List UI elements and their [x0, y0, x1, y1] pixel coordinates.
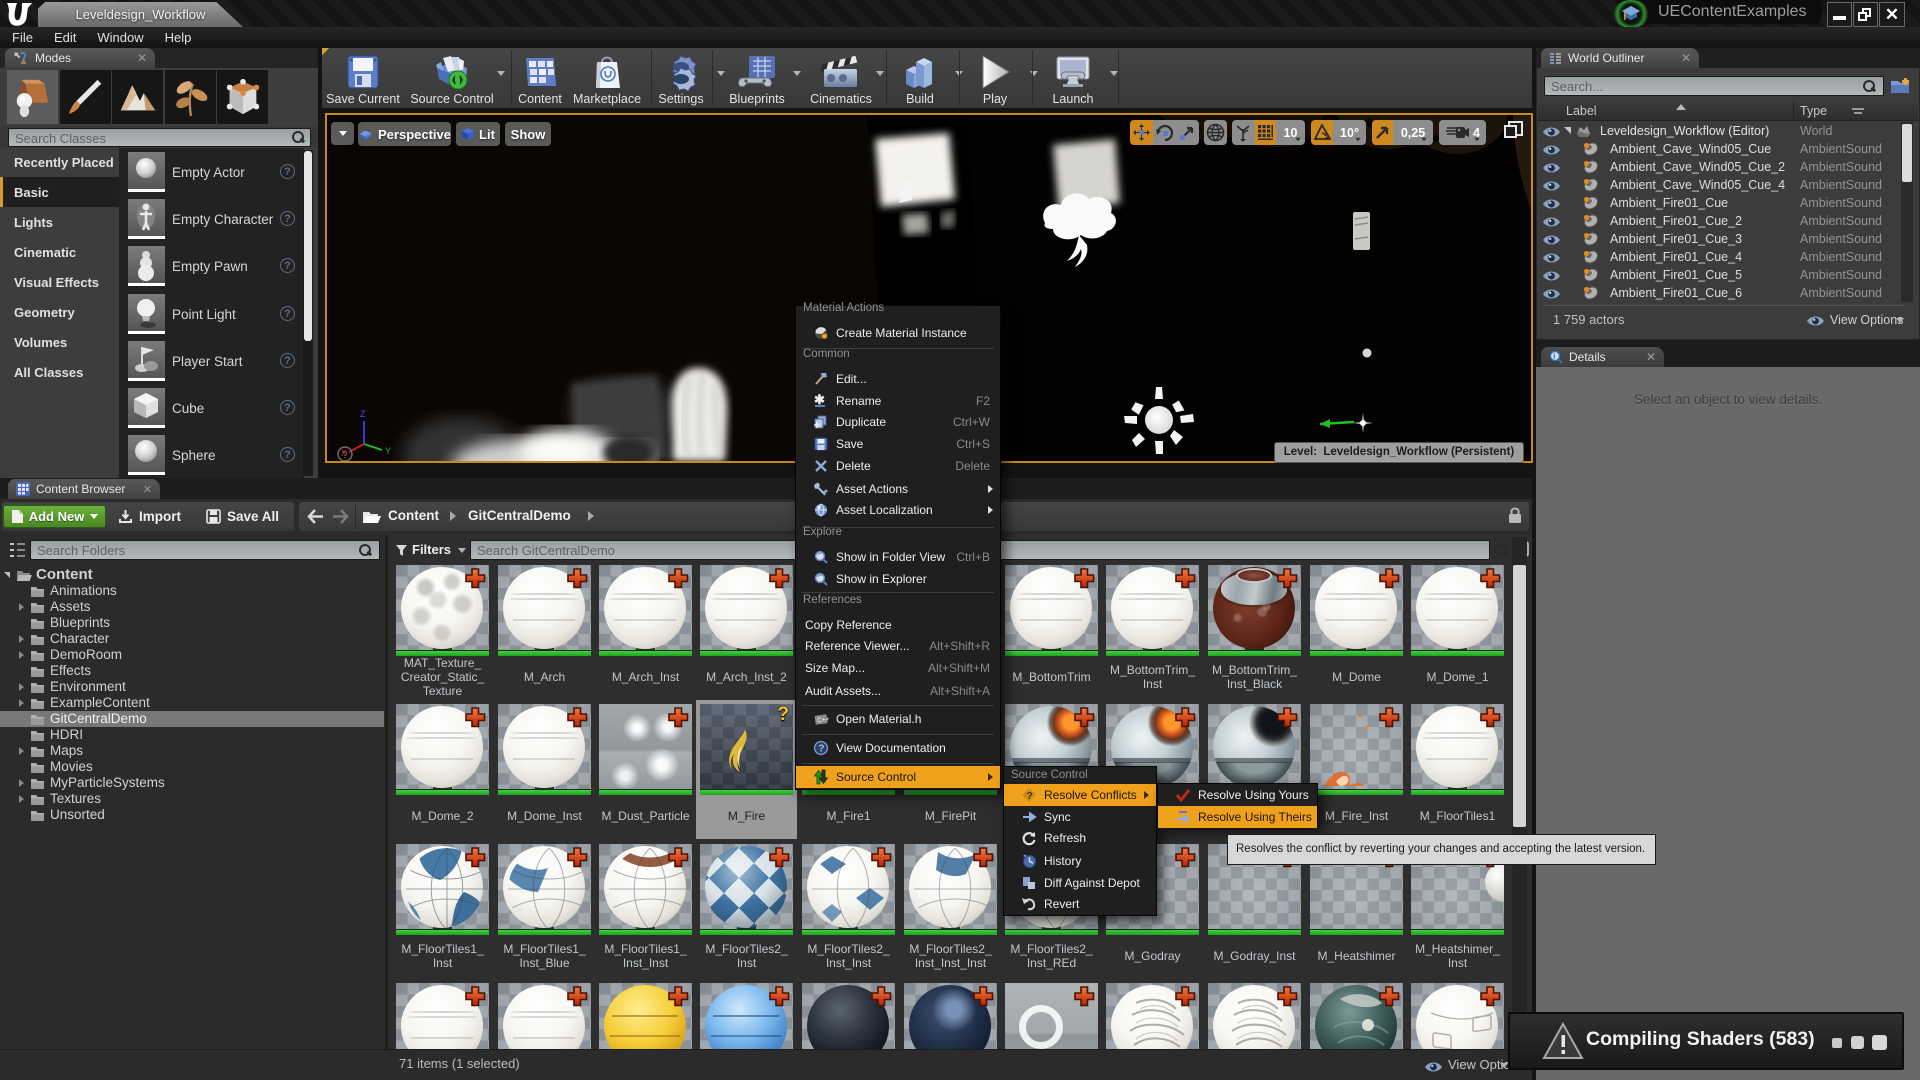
svg-text:Y: Y: [385, 446, 391, 456]
svg-text:?: ?: [342, 450, 348, 461]
svg-text:i: i: [1553, 354, 1555, 361]
svg-text:✱: ✱: [814, 393, 825, 407]
svg-text:?: ?: [1026, 790, 1032, 802]
svg-text:?: ?: [818, 744, 824, 755]
svg-text:C++: C++: [817, 716, 829, 725]
svg-text:Z: Z: [360, 409, 366, 419]
